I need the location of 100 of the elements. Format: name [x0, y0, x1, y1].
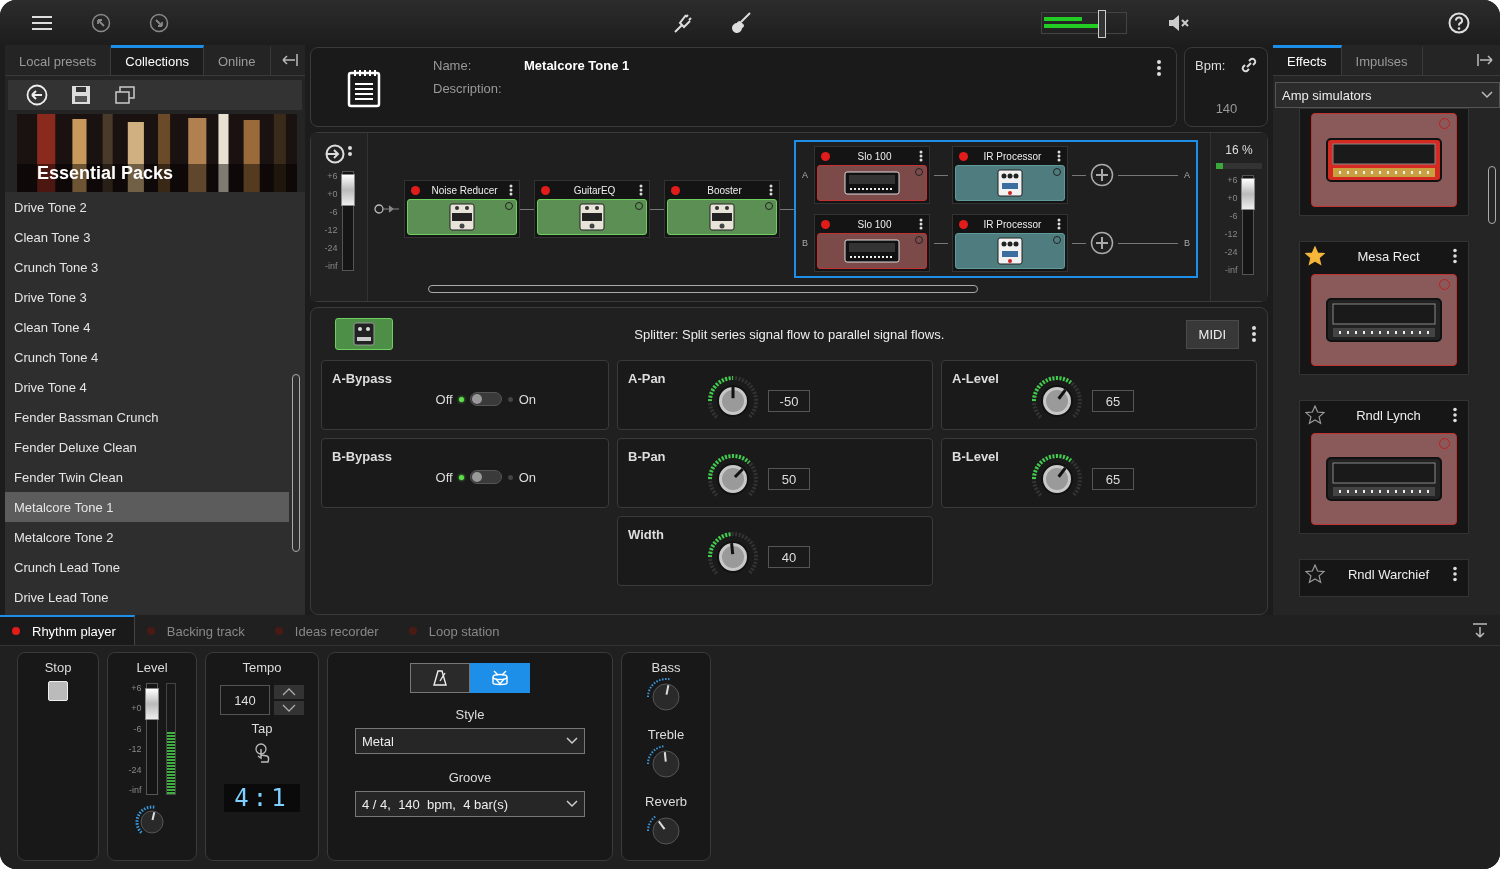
tap-icon[interactable] [252, 742, 272, 764]
more-options-icon[interactable] [919, 150, 923, 162]
more-options-icon[interactable] [769, 184, 773, 196]
collapse-panel-icon[interactable] [1472, 622, 1488, 638]
duplicate-icon[interactable] [114, 84, 136, 106]
fader-thumb[interactable] [144, 687, 159, 720]
more-options-icon[interactable] [509, 184, 513, 196]
input-fader[interactable] [341, 171, 354, 271]
help-icon[interactable] [1448, 12, 1470, 34]
preset-item[interactable]: Crunch Lead Tone [5, 552, 289, 582]
output-fader[interactable] [1241, 175, 1254, 275]
collapse-panel-icon[interactable] [1476, 53, 1494, 67]
value-field[interactable]: 40 [768, 546, 810, 568]
more-options-icon[interactable] [1452, 407, 1458, 423]
volume-slider-thumb[interactable] [1098, 9, 1107, 38]
tab[interactable]: Rhythm player [0, 615, 135, 645]
input-icon[interactable] [324, 143, 354, 165]
collapse-panel-icon[interactable] [281, 53, 299, 67]
redo-icon[interactable] [149, 12, 169, 33]
tab[interactable]: Ideas recorder [262, 615, 397, 645]
preset-item[interactable]: Clean Tone 3 [5, 222, 289, 252]
preset-name[interactable]: Metalcore Tone 1 [524, 58, 630, 73]
midi-button[interactable]: MIDI [1185, 319, 1239, 349]
preset-item[interactable]: Fender Twin Clean [5, 462, 289, 492]
fader-thumb[interactable] [1240, 177, 1255, 210]
star-icon[interactable] [1305, 246, 1325, 266]
more-options-icon[interactable] [639, 184, 643, 196]
value-field[interactable]: 65 [1092, 390, 1134, 412]
tempo-field[interactable]: 140 [220, 685, 270, 715]
style-dropdown[interactable]: Metal [355, 728, 585, 754]
preset-item[interactable]: Drive Lead Tone [5, 582, 289, 612]
add-icon[interactable] [1090, 163, 1114, 187]
speaker-muted-icon[interactable] [1167, 12, 1191, 33]
tab[interactable]: Backing track [134, 615, 263, 645]
amp-card[interactable]: Mesa Rect [1299, 241, 1469, 375]
power-led[interactable] [671, 185, 680, 195]
preset-item[interactable]: Clean Tone 4 [5, 312, 289, 342]
star-icon[interactable] [1305, 564, 1325, 584]
effect-block[interactable]: Noise Reducer [404, 180, 520, 238]
back-icon[interactable] [26, 84, 48, 106]
preset-item[interactable]: Drive Tone 3 [5, 282, 289, 312]
value-field[interactable]: 50 [768, 468, 810, 490]
preset-item[interactable]: Metalcore Tone 2 [5, 522, 289, 552]
star-icon[interactable] [1305, 405, 1325, 425]
more-options-icon[interactable] [1156, 59, 1162, 77]
tab[interactable]: Loop station [396, 615, 518, 645]
preset-item[interactable]: Drive Tone 2 [5, 192, 289, 222]
effect-block[interactable]: IR Processor [952, 214, 1068, 272]
mode-button[interactable] [410, 663, 470, 693]
splitter-button[interactable] [335, 318, 393, 350]
power-led[interactable] [959, 219, 968, 229]
splitter-frame[interactable]: A Slo 100 IR Processor A B Slo 100 IR Processor B [794, 140, 1198, 278]
add-icon[interactable] [1090, 231, 1114, 255]
more-options-icon[interactable] [1057, 218, 1061, 230]
more-options-icon[interactable] [1057, 150, 1061, 162]
power-led[interactable] [541, 185, 550, 195]
more-options-icon[interactable] [1452, 248, 1458, 264]
menu-icon[interactable] [31, 14, 53, 31]
decrement-button[interactable] [274, 701, 304, 715]
save-icon[interactable] [70, 84, 92, 106]
switch-label: Off [435, 391, 453, 407]
fader-thumb[interactable] [340, 173, 355, 206]
preset-item[interactable]: Crunch Tone 3 [5, 252, 289, 282]
amp-card[interactable]: Rndl Warchief [1299, 559, 1469, 597]
switch-label: On [518, 391, 536, 407]
toggle-switch[interactable] [469, 470, 502, 484]
more-options-icon[interactable] [1251, 325, 1257, 343]
knob-label: Reverb [645, 794, 687, 809]
mode-button[interactable] [470, 663, 530, 693]
toggle-switch[interactable] [469, 392, 502, 406]
power-led[interactable] [821, 219, 830, 229]
amp-card[interactable]: Rndl Lynch [1299, 400, 1469, 534]
category-dropdown[interactable]: Amp simulators [1275, 82, 1500, 108]
more-options-icon[interactable] [919, 218, 923, 230]
value-field[interactable]: -50 [768, 390, 810, 412]
increment-button[interactable] [274, 685, 304, 699]
preset-item[interactable]: Fender Deluxe Clean [5, 432, 289, 462]
link-icon[interactable] [1240, 56, 1258, 74]
tab[interactable]: Online [203, 45, 271, 75]
effect-block[interactable]: Slo 100 [814, 214, 930, 272]
effect-block[interactable]: IR Processor [952, 146, 1068, 204]
power-led[interactable] [821, 151, 830, 161]
effect-block[interactable]: Slo 100 [814, 146, 930, 204]
tab[interactable]: Effects [1273, 45, 1342, 75]
preset-item[interactable]: Fender Bassman Crunch [5, 402, 289, 432]
more-options-icon[interactable] [1452, 566, 1458, 582]
preset-item[interactable]: Drive Tone 4 [5, 372, 289, 402]
undo-icon[interactable] [91, 12, 111, 33]
power-led[interactable] [411, 185, 420, 195]
level-fader[interactable] [145, 683, 158, 795]
preset-item[interactable]: Crunch Tone 4 [5, 342, 289, 372]
preset-item[interactable]: Metalcore Tone 1 [5, 492, 289, 522]
groove-dropdown[interactable]: 4 / 4, 140 bpm, 4 bar(s) [355, 791, 585, 817]
tab[interactable]: Collections [111, 45, 204, 75]
effect-block[interactable]: Booster [664, 180, 780, 238]
power-led[interactable] [959, 151, 968, 161]
value-field[interactable]: 65 [1092, 468, 1134, 490]
effect-block[interactable]: GuitarEQ [534, 180, 650, 238]
tab[interactable]: Impulses [1341, 45, 1423, 75]
amp-card[interactable] [1299, 108, 1469, 216]
